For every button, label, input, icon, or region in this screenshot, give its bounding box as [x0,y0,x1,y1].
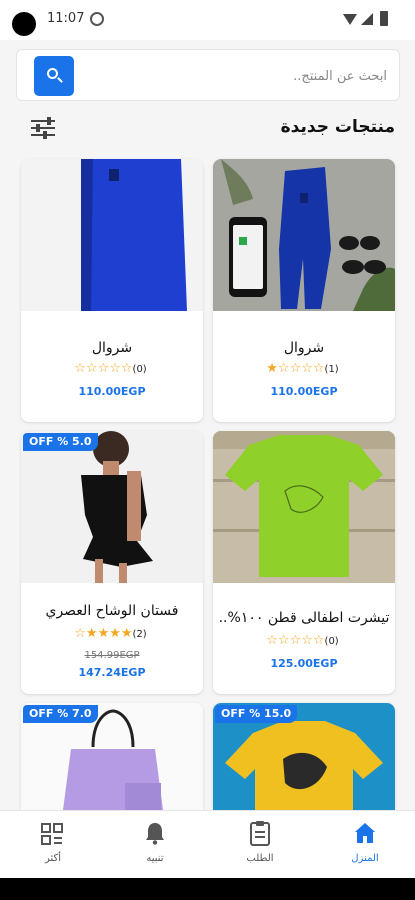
bell-icon [146,823,164,845]
star-icon: ☆ [301,633,313,648]
clipboard-icon [250,821,270,846]
star-icon: ☆ [289,361,302,376]
product-card[interactable]: تيشرت اطفالى قطن ١٠٠%.. ☆☆☆☆☆(0) 125.00E… [213,431,395,694]
review-count: (2) [132,629,147,640]
product-image [213,431,395,583]
product-name: شروال [91,340,133,356]
star-icon: ☆ [85,361,98,376]
system-nav-bar [0,878,415,900]
product-image [213,159,395,311]
product-name: تيشرت اطفالى قطن ١٠٠%.. [218,610,390,626]
home-icon [355,823,375,843]
star-icon: ☆ [266,633,278,648]
product-card[interactable]: OFF % 15.0 [213,703,395,810]
product-price: 110.00EGP [270,385,338,398]
nav-home-label: المنزل [351,853,379,864]
star-icon: ★ [266,361,278,376]
review-count: (1) [324,364,339,375]
product-old-price: 154.99EGP [84,650,140,661]
product-rating: ☆☆☆☆☆(0) [21,361,203,376]
product-image [21,159,203,311]
product-rating: ☆★★★★(2) [21,626,203,641]
product-image: OFF % 7.0 [21,703,203,810]
star-icon: ☆ [74,626,86,641]
product-card[interactable]: OFF % 7.0 [21,703,203,810]
review-count: (0) [132,364,147,375]
star-icon: ☆ [312,633,325,648]
discount-badge: OFF % 7.0 [23,705,98,723]
nav-more[interactable]: أكثر [8,811,98,879]
star-icon: ☆ [74,361,86,376]
bottom-nav: المنزل الطلب تنبيه أكثر [0,810,415,878]
star-icon: ☆ [109,361,121,376]
nav-more-label: أكثر [44,853,62,864]
grid-menu-icon [41,823,63,845]
product-image: OFF % 15.0 [213,703,395,810]
star-icon: ☆ [120,361,133,376]
star-icon: ☆ [289,633,302,648]
star-icon: ☆ [277,633,290,648]
star-icon: ☆ [277,361,290,376]
product-name: فستان الوشاح العصري [45,603,179,619]
product-grid: شروال ★☆☆☆☆(1) 110.00EGP شروال ☆☆☆☆☆(0) … [0,0,415,810]
nav-notifications[interactable]: تنبيه [110,811,200,879]
product-price: 147.24EGP [78,666,146,679]
discount-badge: OFF % 15.0 [215,705,298,723]
nav-orders-label: الطلب [246,853,274,864]
product-card[interactable]: OFF % 5.0 فستان الوشاح العصري ☆★★★★(2) 1… [21,431,203,694]
review-count: (0) [324,636,339,647]
star-icon: ★ [97,626,110,641]
star-icon: ★ [109,626,121,641]
product-price: 110.00EGP [78,385,146,398]
discount-badge: OFF % 5.0 [23,433,98,451]
product-image: OFF % 5.0 [21,431,203,583]
product-rating: ★☆☆☆☆(1) [213,361,395,376]
nav-orders[interactable]: الطلب [215,811,305,879]
product-price: 125.00EGP [270,657,338,670]
nav-home[interactable]: المنزل [320,811,410,879]
star-icon: ★ [85,626,98,641]
product-card[interactable]: شروال ★☆☆☆☆(1) 110.00EGP [213,159,395,422]
product-card[interactable]: شروال ☆☆☆☆☆(0) 110.00EGP [21,159,203,422]
star-icon: ☆ [312,361,325,376]
star-icon: ★ [120,626,133,641]
star-icon: ☆ [301,361,313,376]
product-name: شروال [283,340,325,356]
nav-notifications-label: تنبيه [146,853,164,864]
product-rating: ☆☆☆☆☆(0) [213,633,395,648]
star-icon: ☆ [97,361,110,376]
